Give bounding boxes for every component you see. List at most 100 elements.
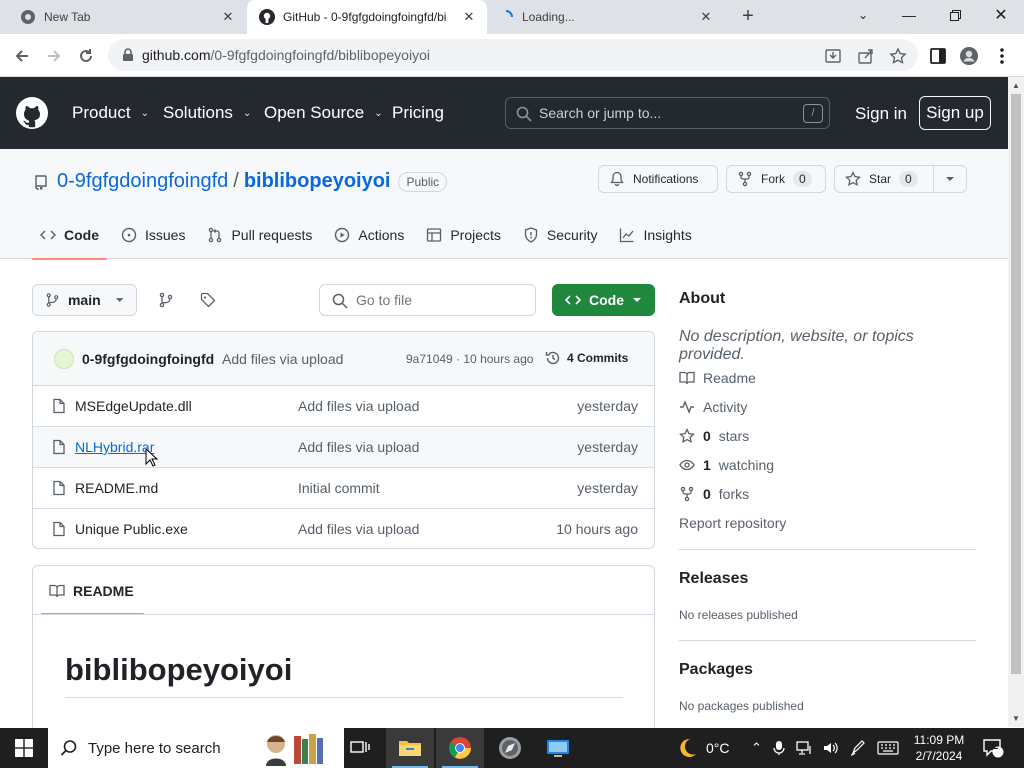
notification-center-button[interactable]: 2: [982, 728, 1004, 768]
sign-in-link[interactable]: Sign in: [855, 104, 907, 124]
network-icon[interactable]: [796, 741, 812, 755]
nav-pricing[interactable]: Pricing: [392, 103, 444, 123]
about-description: No description, website, or topics provi…: [679, 328, 914, 363]
repo-owner-link[interactable]: 0-9fgfgdoingfoingfd: [57, 170, 228, 193]
nav-product[interactable]: Product ⌄: [72, 103, 149, 123]
browser-tab-loading[interactable]: Loading... ✕: [488, 0, 724, 34]
releases-empty-text: No releases published: [679, 608, 798, 622]
forks-link[interactable]: 0 forks: [679, 486, 749, 502]
table-row[interactable]: MSEdgeUpdate.dll Add files via upload ye…: [33, 386, 654, 427]
file-name-link[interactable]: MSEdgeUpdate.dll: [75, 398, 192, 414]
lock-icon[interactable]: [120, 47, 136, 63]
nav-open-source[interactable]: Open Source ⌄: [264, 103, 383, 123]
activity-link[interactable]: Activity: [679, 399, 747, 415]
commit-author-link[interactable]: 0-9fgfgdoingfoingfd: [82, 351, 214, 367]
tab-projects[interactable]: Projects: [418, 223, 509, 247]
taskbar-search-input[interactable]: Type here to search: [48, 728, 344, 768]
file-name-link[interactable]: Unique Public.exe: [75, 521, 188, 537]
star-button[interactable]: Star 0: [834, 165, 934, 193]
file-explorer-taskbar-button[interactable]: [386, 728, 434, 768]
tab-pull-requests[interactable]: Pull requests: [199, 223, 320, 247]
chrome-taskbar-button[interactable]: [436, 728, 484, 768]
app-taskbar-button[interactable]: [534, 728, 582, 768]
report-repository-link[interactable]: Report repository: [679, 515, 786, 531]
fork-button[interactable]: Fork 0: [726, 165, 826, 193]
browser-tab-new-tab[interactable]: New Tab ✕: [8, 0, 246, 34]
go-to-file-input[interactable]: Go to file: [319, 284, 536, 316]
close-window-button[interactable]: ✕: [978, 0, 1024, 30]
commits-history-link[interactable]: 4 Commits: [545, 350, 628, 366]
weather-widget[interactable]: 0°C: [676, 728, 730, 768]
table-row[interactable]: NLHybrid.rar Add files via upload yester…: [33, 427, 654, 468]
menu-kebab-icon[interactable]: [992, 46, 1012, 66]
star-dropdown-button[interactable]: [933, 165, 967, 193]
taskbar-clock[interactable]: 11:09 PM 2/7/2024: [906, 732, 972, 764]
commit-message-link[interactable]: Add files via upload: [222, 351, 343, 367]
microphone-icon[interactable]: [773, 740, 785, 756]
table-row[interactable]: Unique Public.exe Add files via upload 1…: [33, 509, 654, 548]
chevron-up-icon[interactable]: ⌃: [751, 740, 762, 756]
file-name-link[interactable]: README.md: [75, 480, 158, 496]
visibility-badge: Public: [398, 171, 448, 192]
table-row[interactable]: README.md Initial commit yesterday: [33, 468, 654, 509]
close-tab-icon[interactable]: ✕: [698, 9, 714, 25]
tab-issues[interactable]: Issues: [113, 223, 193, 247]
fork-count: 0: [793, 171, 812, 187]
task-view-button[interactable]: [336, 728, 384, 768]
notifications-button[interactable]: Notifications: [598, 165, 718, 193]
sign-up-button[interactable]: Sign up: [919, 96, 991, 130]
page-scrollbar[interactable]: ▲ ▼: [1008, 77, 1024, 727]
share-icon[interactable]: [857, 47, 875, 65]
file-commit-message[interactable]: Add files via upload: [298, 521, 419, 537]
scroll-down-arrow-icon[interactable]: ▼: [1012, 714, 1020, 723]
github-search-input[interactable]: Search or jump to... /: [505, 97, 830, 129]
pen-icon[interactable]: [850, 740, 866, 756]
bookmark-star-icon[interactable]: [889, 47, 907, 65]
reload-button[interactable]: [73, 43, 99, 69]
keyboard-icon[interactable]: [877, 741, 899, 755]
file-commit-message[interactable]: Add files via upload: [298, 439, 419, 455]
releases-title[interactable]: Releases: [679, 570, 748, 588]
app-taskbar-button[interactable]: [486, 728, 534, 768]
file-commit-message[interactable]: Add files via upload: [298, 398, 419, 414]
volume-icon[interactable]: [823, 741, 839, 755]
tab-code[interactable]: Code: [32, 223, 107, 260]
code-download-button[interactable]: Code: [552, 284, 655, 316]
watchers-link[interactable]: 1 watching: [679, 457, 774, 473]
minimize-button[interactable]: —: [886, 0, 932, 30]
scrollbar-thumb[interactable]: [1011, 94, 1021, 674]
tab-search-icon[interactable]: ⌄: [840, 0, 886, 30]
commit-sha-time[interactable]: 9a71049 · 10 hours ago: [406, 352, 533, 366]
repo-name-link[interactable]: biblibopeyoiyoi: [244, 170, 391, 193]
tags-button[interactable]: [192, 284, 224, 316]
readme-link[interactable]: Readme: [679, 370, 756, 386]
scroll-up-arrow-icon[interactable]: ▲: [1012, 81, 1020, 90]
new-tab-button[interactable]: +: [737, 6, 759, 28]
tab-insights[interactable]: Insights: [611, 223, 699, 247]
address-bar[interactable]: github.com/0-9fgfgdoingfoingfd/biblibope…: [108, 39, 918, 71]
file-commit-message[interactable]: Initial commit: [298, 480, 380, 496]
github-logo-icon[interactable]: [16, 97, 48, 129]
latest-commit-bar: 0-9fgfgdoingfoingfd Add files via upload…: [33, 332, 654, 386]
browser-tab-github[interactable]: GitHub - 0-9fgfgdoingfoingfd/bi ✕: [247, 0, 487, 34]
search-placeholder: Search or jump to...: [539, 105, 662, 121]
close-tab-icon[interactable]: ✕: [461, 9, 477, 25]
back-button[interactable]: [9, 43, 35, 69]
readme-tab[interactable]: README: [41, 583, 144, 615]
close-tab-icon[interactable]: ✕: [220, 9, 236, 25]
file-name-link[interactable]: NLHybrid.rar: [75, 439, 154, 455]
profile-avatar-icon[interactable]: [959, 46, 979, 66]
restore-button[interactable]: [932, 0, 978, 30]
avatar[interactable]: [54, 349, 74, 369]
tab-actions[interactable]: Actions: [326, 223, 412, 247]
nav-solutions[interactable]: Solutions ⌄: [163, 103, 251, 123]
start-button[interactable]: [0, 728, 48, 768]
tab-security[interactable]: Security: [515, 223, 606, 247]
stars-link[interactable]: 0 stars: [679, 428, 749, 444]
packages-title[interactable]: Packages: [679, 661, 753, 679]
branches-button[interactable]: [150, 284, 182, 316]
install-app-icon[interactable]: [824, 47, 842, 65]
branch-selector-button[interactable]: main: [32, 284, 137, 316]
side-panel-icon[interactable]: [928, 46, 948, 66]
forward-button[interactable]: [41, 43, 67, 69]
